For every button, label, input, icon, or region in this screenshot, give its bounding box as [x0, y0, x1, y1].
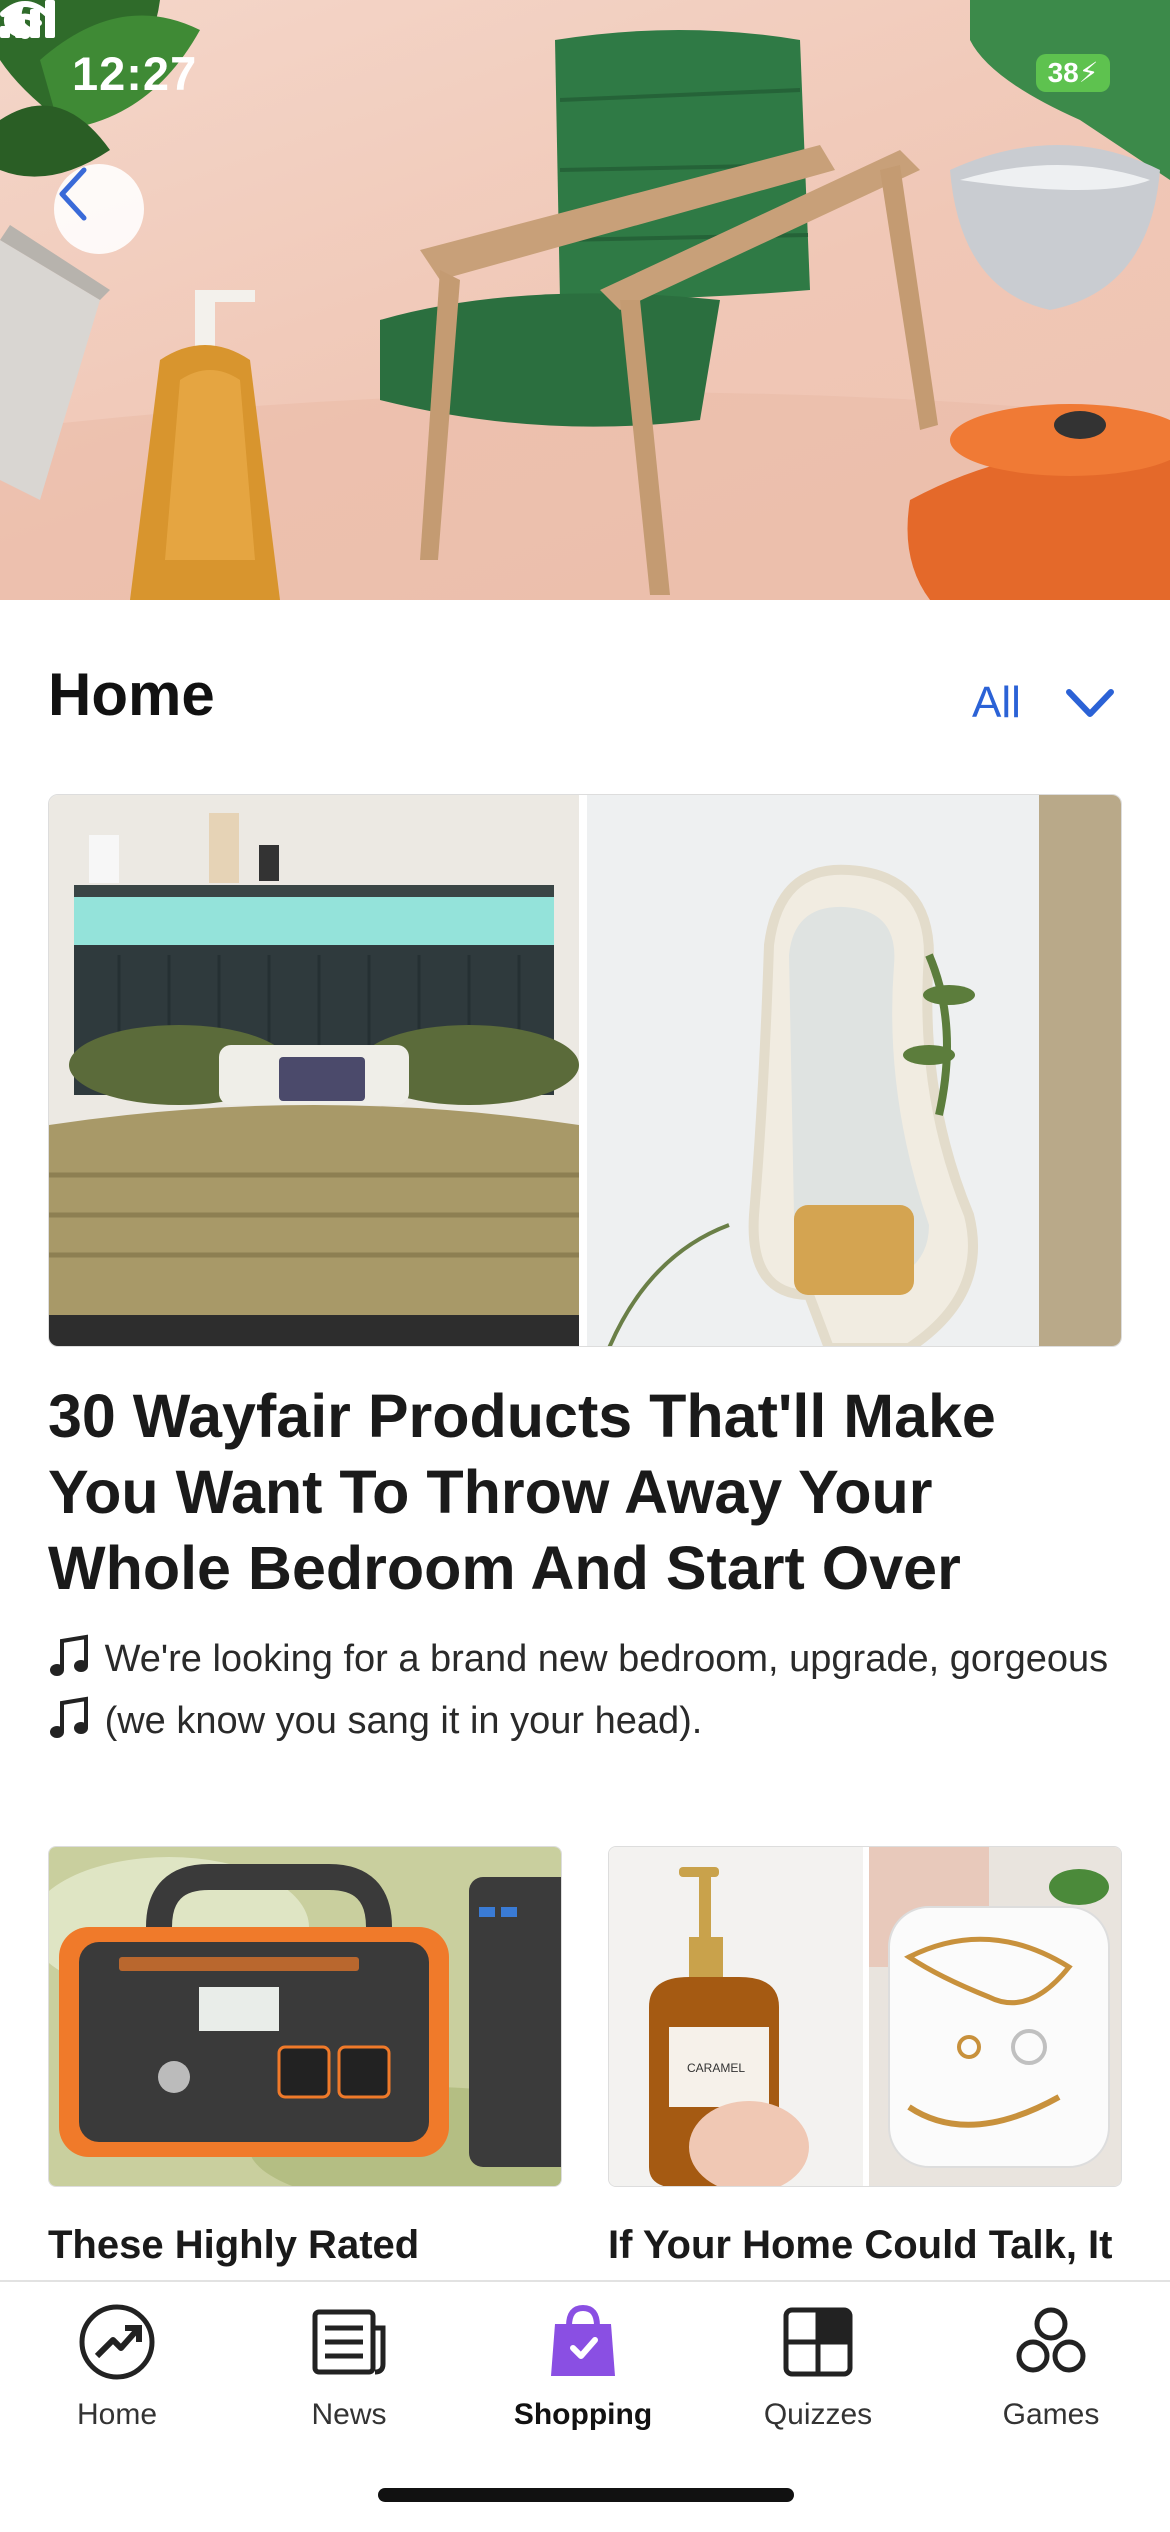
feature-article-description: We're looking for a brand new bedroom, u…: [48, 1628, 1122, 1752]
article-card-home-decor[interactable]: CARAMEL If Your Home Could Talk, It Woul…: [608, 1846, 1122, 2329]
tab-label: Quizzes: [763, 2398, 873, 2431]
soap-dispenser-jewelry-tray-photo: CARAMEL: [609, 1847, 1121, 2186]
tab-home[interactable]: Home: [17, 2302, 217, 2432]
tab-label: Shopping: [513, 2398, 653, 2431]
category-filter-dropdown[interactable]: All: [972, 678, 1115, 728]
bedroom-mirror-photo: [49, 795, 1121, 1346]
home-indicator[interactable]: [378, 2488, 794, 2502]
article-card-power-stations[interactable]: These Highly Rated Portable Power Statio…: [48, 1846, 562, 2329]
power-station-image: [48, 1846, 562, 2187]
tab-label: Home: [76, 2398, 158, 2431]
chevron-left-icon: [59, 167, 87, 221]
wifi-icon: [0, 1, 50, 39]
feature-article-title[interactable]: 30 Wayfair Products That'll Make You Wan…: [48, 1378, 1122, 1606]
status-time: 12:27: [72, 47, 198, 100]
power-station-photo: [49, 1847, 561, 2186]
home-decor-image: CARAMEL: [608, 1846, 1122, 2187]
charging-bolt-icon: ⚡: [1078, 57, 1099, 88]
filter-label: All: [972, 678, 1021, 727]
hero-image: 12:27 38⚡: [0, 0, 1170, 600]
tab-shopping[interactable]: Shopping: [483, 2302, 683, 2432]
status-bar: 12:27 38⚡: [0, 0, 1170, 150]
tab-games[interactable]: Games: [951, 2302, 1151, 2432]
trending-icon: [79, 2304, 155, 2380]
feature-article-image[interactable]: [48, 794, 1122, 1347]
tab-label: Games: [1002, 2398, 1100, 2431]
chevron-down-icon: [1065, 689, 1114, 717]
quiz-grid-icon: [783, 2307, 853, 2377]
section-title: Home: [48, 661, 215, 728]
battery-level: 38: [1047, 57, 1079, 88]
tab-quizzes[interactable]: Quizzes: [718, 2302, 918, 2432]
shopping-bag-icon: [551, 2304, 615, 2376]
newspaper-icon: [312, 2309, 386, 2375]
description-text-part2: (we know you sang it in your head).: [104, 1700, 703, 1742]
music-note-icon: [50, 1634, 88, 1676]
games-icon: [1016, 2307, 1086, 2373]
tab-label: News: [311, 2398, 387, 2431]
description-text-part1: We're looking for a brand new bedroom, u…: [104, 1638, 1109, 1680]
music-note-icon: [50, 1696, 88, 1738]
caramel-label-text: CARAMEL: [687, 2061, 745, 2075]
back-button[interactable]: [54, 164, 144, 254]
battery-indicator: 38⚡: [1036, 54, 1110, 92]
tab-news[interactable]: News: [249, 2302, 449, 2432]
